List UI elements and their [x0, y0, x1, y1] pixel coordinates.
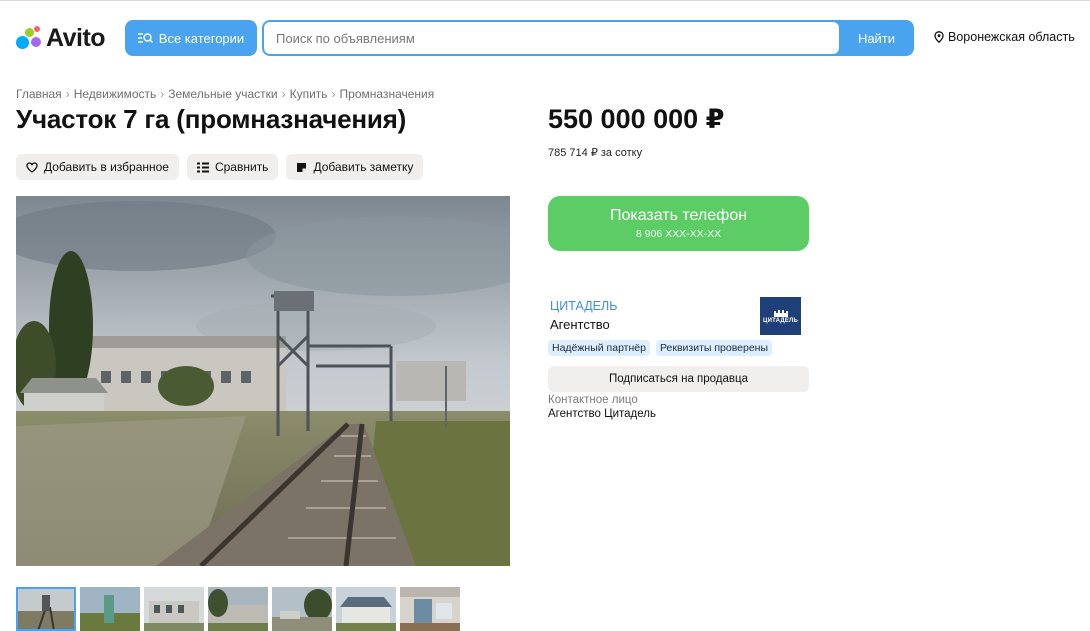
thumbnail[interactable] [208, 587, 268, 631]
thumbnail[interactable] [272, 587, 332, 631]
logo-text: Avito [46, 23, 106, 52]
breadcrumb-item-buy[interactable]: Купить [290, 87, 328, 101]
seller-name-link[interactable]: ЦИТАДЕЛЬ [550, 299, 617, 313]
masked-phone: 8 906 XXX-XX-XX [635, 228, 722, 240]
price-per-unit: 785 714 ₽ за сотку [548, 147, 643, 159]
seller-badges: Надёжный партнёр Реквизиты проверены [548, 340, 773, 356]
thumbnail[interactable] [80, 587, 140, 631]
search-bar: Найти [262, 20, 914, 56]
compare-button[interactable]: Сравнить [186, 154, 279, 180]
thumbnail[interactable] [336, 587, 396, 631]
search-button[interactable]: Найти [839, 20, 914, 56]
region-selector[interactable]: Воронежская область [934, 30, 1075, 44]
top-divider [0, 0, 1090, 1]
region-label: Воронежская область [948, 30, 1075, 44]
all-categories-button[interactable]: Все категории [125, 20, 257, 56]
all-categories-label: Все категории [158, 30, 245, 46]
listing-title: Участок 7 га (промназначения) [16, 104, 407, 134]
verified-details-badge[interactable]: Реквизиты проверены [655, 340, 773, 356]
add-note-button[interactable]: Добавить заметку [286, 154, 424, 180]
castle-icon [773, 309, 788, 317]
seller-logo[interactable]: ЦИТАДЕЛЬ [760, 297, 801, 335]
contact-person-name: Агентство Цитадель [548, 408, 656, 420]
add-to-favorites-button[interactable]: Добавить в избранное [16, 154, 179, 180]
thumbnail-strip [16, 587, 460, 631]
trusted-partner-badge[interactable]: Надёжный партнёр [548, 340, 650, 356]
show-phone-label: Показать телефон [609, 207, 748, 224]
breadcrumb-separator: › [331, 87, 336, 101]
search-input[interactable] [264, 22, 839, 54]
seller-logo-text: ЦИТАДЕЛЬ [763, 317, 798, 324]
compare-icon [196, 162, 209, 172]
breadcrumb-item-industrial[interactable]: Промназначения [340, 87, 435, 101]
listing-actions: Добавить в избранное Сравнить Добавить з… [16, 154, 424, 180]
breadcrumb-item-home[interactable]: Главная [16, 87, 62, 101]
contact-person-label: Контактное лицо [548, 394, 638, 406]
thumbnail[interactable] [400, 587, 460, 631]
show-phone-button[interactable]: Показать телефон 8 906 XXX-XX-XX [548, 196, 809, 251]
breadcrumb-separator: › [65, 87, 70, 101]
breadcrumb: Главная › Недвижимость › Земельные участ… [16, 87, 434, 101]
search-list-icon [137, 33, 153, 43]
listing-photo-image [16, 196, 510, 566]
thumbnail[interactable] [16, 587, 76, 631]
heart-icon [26, 161, 38, 173]
subscribe-seller-button[interactable]: Подписаться на продавца [548, 366, 809, 392]
note-icon [297, 162, 307, 172]
main-photo[interactable] [16, 196, 510, 566]
thumbnail[interactable] [144, 587, 204, 631]
price: 550 000 000 ₽ [548, 104, 725, 134]
avito-logo[interactable]: Avito [16, 23, 106, 52]
breadcrumb-item-land[interactable]: Земельные участки [168, 87, 277, 101]
breadcrumb-separator: › [281, 87, 286, 101]
logo-dots-icon [16, 26, 42, 50]
breadcrumb-separator: › [160, 87, 165, 101]
note-label: Добавить заметку [313, 160, 414, 174]
location-pin-icon [934, 31, 944, 43]
seller-type: Агентство [550, 317, 610, 332]
compare-label: Сравнить [214, 160, 269, 174]
favorites-label: Добавить в избранное [44, 160, 169, 174]
breadcrumb-item-realty[interactable]: Недвижимость [74, 87, 157, 101]
